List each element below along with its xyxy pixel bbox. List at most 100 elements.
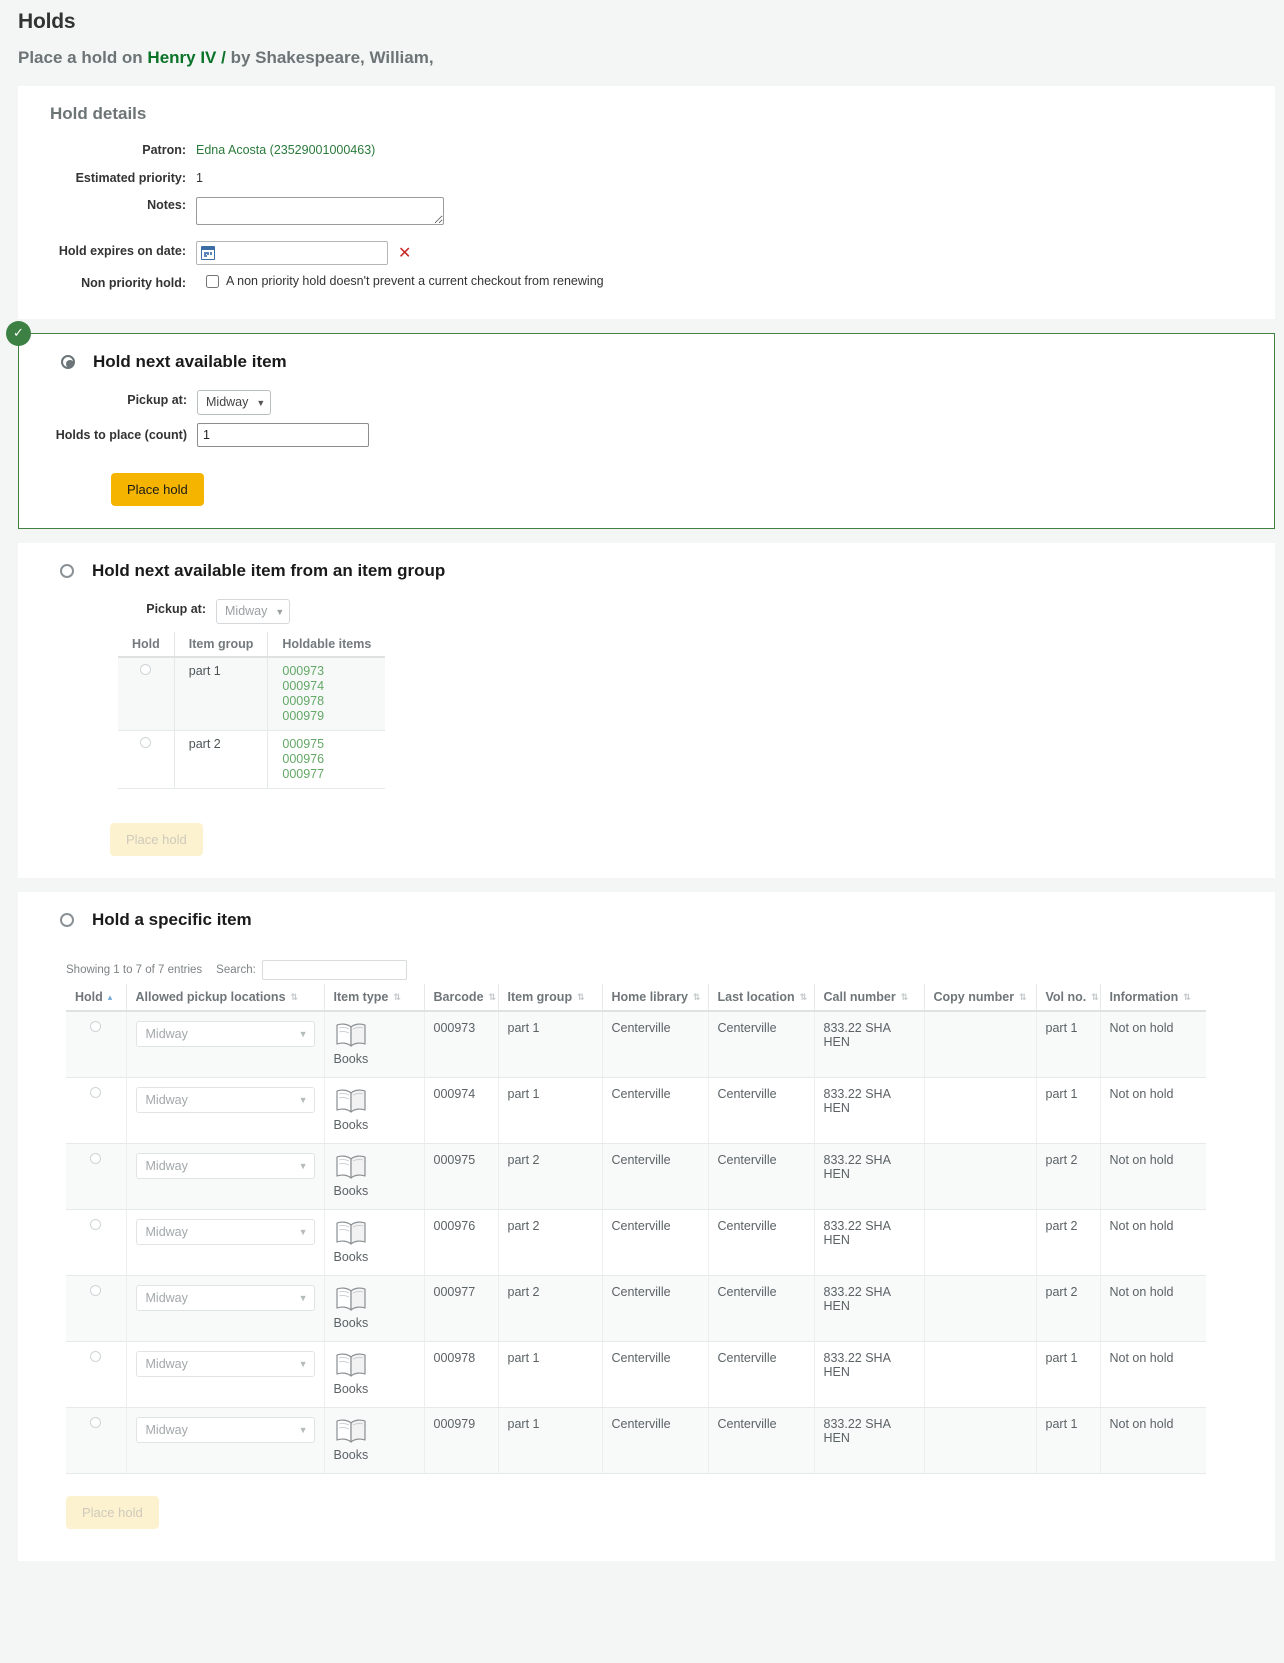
notes-textarea[interactable]	[196, 197, 444, 225]
subtitle-suffix: by Shakespeare, William,	[226, 48, 434, 67]
information-cell: Not on hold	[1100, 1011, 1206, 1077]
sort-icon[interactable]: ⇅	[1183, 994, 1191, 1003]
row-pickup-select[interactable]: Midway▼	[136, 1351, 315, 1377]
item-type-cell: Books	[324, 1077, 424, 1143]
col-information[interactable]: Information⇅	[1100, 984, 1206, 1011]
radio-hold-specific-item[interactable]	[60, 913, 74, 927]
sort-icon[interactable]: ⇅	[291, 994, 299, 1003]
sort-icon[interactable]: ⇅	[393, 994, 401, 1003]
radio-item-group-row[interactable]	[140, 737, 151, 748]
barcode-cell: 000975	[424, 1143, 498, 1209]
row-pickup-select[interactable]: Midway▼	[136, 1219, 315, 1245]
nonpriority-checkbox[interactable]	[206, 275, 219, 288]
holdable-item-barcode[interactable]: 000976	[282, 752, 371, 767]
clear-date-icon[interactable]: ✕	[398, 245, 411, 261]
information-cell: Not on hold	[1100, 1275, 1206, 1341]
sort-icon[interactable]: ⇅	[489, 994, 497, 1003]
table-row: Midway▼ Books000978part 1CentervilleCent…	[66, 1341, 1206, 1407]
sort-icon[interactable]: ⇅	[693, 994, 701, 1003]
option-hold-item-group[interactable]: Hold next available item from an item gr…	[18, 543, 1275, 878]
option-hold-specific-item[interactable]: Hold a specific item Showing 1 to 7 of 7…	[18, 892, 1275, 1561]
item-group-cell: part 1	[498, 1341, 602, 1407]
place-hold-item-group-button[interactable]: Place hold	[110, 823, 203, 856]
holdable-item-barcode[interactable]: 000978	[282, 694, 371, 709]
row-pickup-select[interactable]: Midway▼	[136, 1087, 315, 1113]
books-icon	[334, 1219, 368, 1247]
item-group-cell: part 2	[498, 1143, 602, 1209]
search-input[interactable]	[262, 960, 407, 980]
sort-icon[interactable]: ⇅	[800, 994, 808, 1003]
radio-specific-item[interactable]	[90, 1087, 101, 1098]
copy-number-cell	[924, 1407, 1036, 1473]
item-type-label: Books	[334, 1382, 415, 1396]
radio-specific-item[interactable]	[90, 1417, 101, 1428]
books-icon	[334, 1153, 368, 1181]
radio-item-group-row[interactable]	[140, 664, 151, 675]
call-number-cell: 833.22 SHA HEN	[814, 1407, 924, 1473]
col-home-library[interactable]: Home library ⇅	[602, 984, 708, 1011]
item-group-pickup-select[interactable]: Midway ▼	[216, 599, 290, 624]
item-group-hold-cell	[118, 731, 174, 789]
holdable-item-barcode[interactable]: 000977	[282, 767, 371, 782]
holds-to-place-input[interactable]	[197, 423, 369, 447]
books-icon	[334, 1351, 415, 1379]
col-vol-no[interactable]: Vol no.⇅	[1036, 984, 1100, 1011]
row-pickup-select[interactable]: Midway▼	[136, 1417, 315, 1443]
col-item-group: Item group	[174, 632, 268, 657]
nonpriority-checkbox-wrap[interactable]: A non priority hold doesn't prevent a cu…	[196, 273, 604, 291]
specific-item-table: Hold▴Allowed pickup locations⇅Item type⇅…	[66, 984, 1206, 1474]
expires-label: Hold expires on date:	[36, 239, 196, 260]
books-icon	[334, 1153, 415, 1181]
col-allowed-pickup-locations[interactable]: Allowed pickup locations⇅	[126, 984, 324, 1011]
row-pickup-select[interactable]: Midway▼	[136, 1021, 315, 1047]
books-icon	[334, 1417, 415, 1445]
pickup-location-select[interactable]: Midway ▼	[197, 390, 271, 415]
books-icon	[334, 1021, 415, 1049]
col-call-number[interactable]: Call number⇅	[814, 984, 924, 1011]
holdable-item-barcode[interactable]: 000974	[282, 679, 371, 694]
last-location-cell: Centerville	[708, 1143, 814, 1209]
col-item-type[interactable]: Item type⇅	[324, 984, 424, 1011]
sort-icon[interactable]: ⇅	[1091, 994, 1099, 1003]
priority-row: Estimated priority: 1	[36, 168, 1257, 188]
barcode-cell: 000974	[424, 1077, 498, 1143]
radio-specific-item[interactable]	[90, 1021, 101, 1032]
sort-icon[interactable]: ⇅	[577, 994, 585, 1003]
row-pickup-value: Midway	[146, 1225, 188, 1239]
col-item-group[interactable]: Item group⇅	[498, 984, 602, 1011]
radio-hold-next-available[interactable]	[61, 355, 75, 369]
item-type-cell: Books	[324, 1209, 424, 1275]
col-barcode[interactable]: Barcode ⇅	[424, 984, 498, 1011]
sort-icon[interactable]: ⇅	[901, 994, 909, 1003]
radio-specific-item[interactable]	[90, 1219, 101, 1230]
col-last-location[interactable]: Last location⇅	[708, 984, 814, 1011]
place-hold-specific-item-button[interactable]: Place hold	[66, 1496, 159, 1529]
col-hold[interactable]: Hold▴	[66, 984, 126, 1011]
place-hold-next-available-button[interactable]: Place hold	[111, 473, 204, 506]
radio-specific-item[interactable]	[90, 1285, 101, 1296]
column-label: Barcode	[434, 990, 484, 1004]
row-pickup-select[interactable]: Midway▼	[136, 1285, 315, 1311]
option-hold-next-available[interactable]: ✓ Hold next available item Pickup at: Mi…	[18, 333, 1275, 529]
column-label: Home library	[612, 990, 688, 1004]
radio-hold-item-group[interactable]	[60, 564, 74, 578]
expiration-date-input[interactable]	[196, 241, 388, 265]
item-type-cell: Books	[324, 1143, 424, 1209]
biblio-title-link[interactable]: Henry IV /	[147, 48, 225, 67]
hold-cell	[66, 1209, 126, 1275]
col-copy-number[interactable]: Copy number⇅	[924, 984, 1036, 1011]
holdable-item-barcode[interactable]: 000975	[282, 737, 371, 752]
copy-number-cell	[924, 1077, 1036, 1143]
radio-specific-item[interactable]	[90, 1153, 101, 1164]
sort-icon[interactable]: ▴	[108, 994, 113, 1003]
last-location-cell: Centerville	[708, 1011, 814, 1077]
hold-cell	[66, 1341, 126, 1407]
patron-value[interactable]: Edna Acosta (23529001000463)	[196, 140, 375, 160]
sort-icon[interactable]: ⇅	[1019, 994, 1027, 1003]
row-pickup-select[interactable]: Midway▼	[136, 1153, 315, 1179]
holdable-item-barcode[interactable]: 000979	[282, 709, 371, 724]
holdable-item-barcode[interactable]: 000973	[282, 664, 371, 679]
holds-count-row: Holds to place (count)	[37, 423, 1256, 447]
item-type-label: Books	[334, 1052, 415, 1066]
radio-specific-item[interactable]	[90, 1351, 101, 1362]
